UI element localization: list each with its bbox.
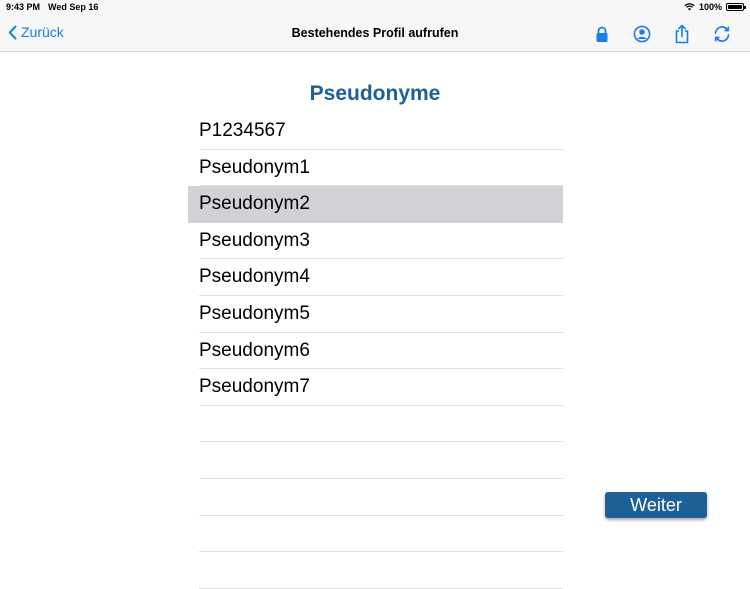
empty-list-item — [188, 442, 563, 479]
list-item[interactable]: Pseudonym5 — [188, 296, 563, 333]
empty-list-item — [188, 516, 563, 553]
list-item-label: P1234567 — [199, 120, 286, 141]
list-item-label: Pseudonym1 — [199, 156, 310, 178]
empty-list-item — [188, 479, 563, 516]
refresh-icon[interactable] — [710, 22, 734, 46]
status-date: Wed Sep 16 — [48, 2, 99, 12]
profile-icon[interactable] — [630, 22, 654, 46]
toolbar-icons — [590, 22, 734, 46]
share-icon[interactable] — [670, 22, 694, 46]
list-item-label: Pseudonym4 — [199, 266, 310, 288]
list-item-label: Pseudonym5 — [199, 302, 310, 324]
status-time: 9:43 PM — [6, 2, 41, 12]
list-item[interactable]: Pseudonym3 — [188, 223, 563, 260]
list-title: Pseudonyme — [309, 82, 441, 105]
list-item[interactable]: P1234567 — [188, 113, 563, 150]
lock-icon[interactable] — [590, 22, 614, 46]
battery-percent: 100% — [698, 2, 722, 12]
list-item[interactable]: Pseudonym4 — [188, 259, 563, 296]
list-item-label: Pseudonym2 — [199, 193, 310, 215]
list-item[interactable]: Pseudonym2 — [188, 186, 563, 223]
wifi-icon — [684, 3, 695, 11]
list-item-label: Pseudonym6 — [199, 339, 310, 361]
pseudonym-list: P1234567 Pseudonym1 Pseudonym2 Pseudonym3 Ps… — [188, 113, 563, 589]
battery-icon — [726, 3, 746, 11]
empty-list-item — [188, 406, 563, 443]
empty-list-item — [188, 552, 563, 589]
list-item[interactable]: Pseudonym7 — [188, 369, 563, 406]
list-item[interactable]: Pseudonym1 — [188, 150, 563, 187]
next-button[interactable]: Weiter — [605, 492, 707, 518]
status-right: 100% — [684, 2, 746, 12]
status-bar: 9:43 PM Wed Sep 16 100% — [0, 0, 750, 16]
list-item-label: Pseudonym7 — [199, 376, 310, 398]
list-item-label: Pseudonym3 — [199, 229, 310, 251]
navigation-bar: Zurück Bestehendes Profil aufrufen — [0, 16, 750, 52]
list-item[interactable]: Pseudonym6 — [188, 333, 563, 370]
